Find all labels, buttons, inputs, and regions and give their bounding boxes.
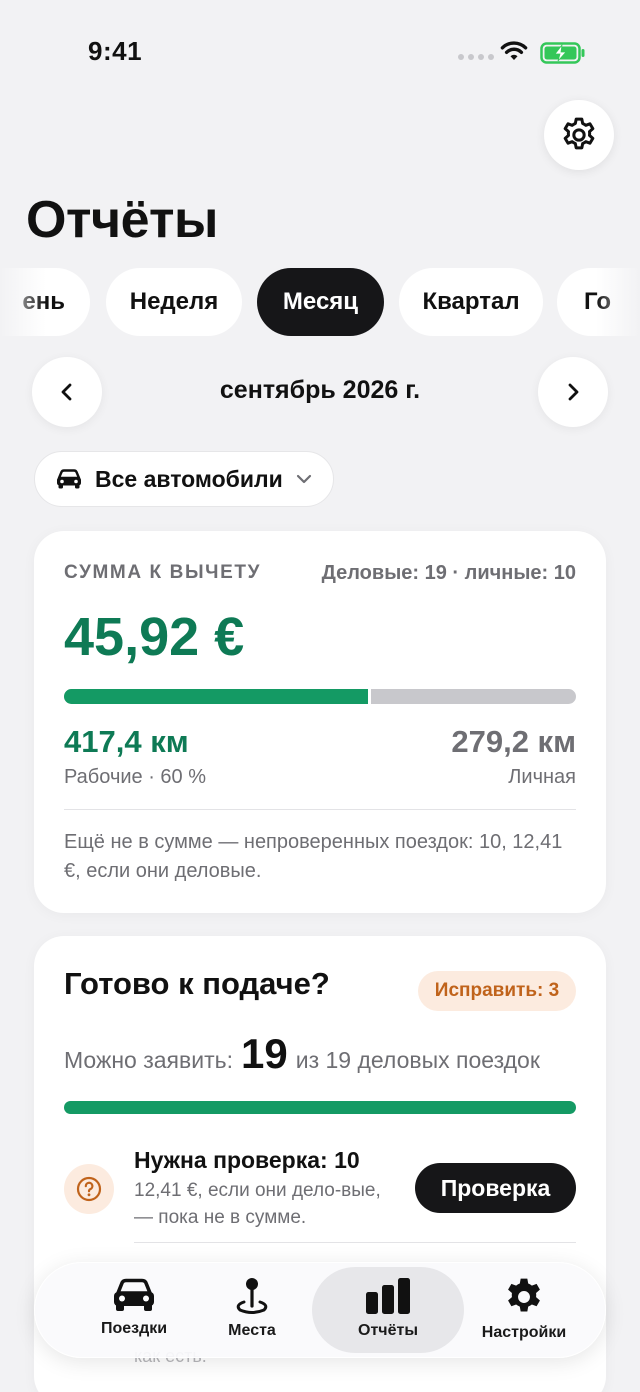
fix-badge-button[interactable]: Исправить: 3 <box>418 971 576 1011</box>
car-icon <box>57 469 81 489</box>
unverified-note: Ещё не в сумме — непроверенных поездок: … <box>64 831 563 882</box>
gear-icon <box>508 1278 540 1312</box>
scroll-fade-right <box>596 268 640 338</box>
bar-chart-icon <box>366 1278 410 1314</box>
next-period-button[interactable] <box>538 357 608 427</box>
scroll-fade-left <box>0 268 46 338</box>
readiness-title: Готово к подаче? <box>64 966 330 1001</box>
period-week[interactable]: Неделя <box>106 268 242 336</box>
vehicle-filter-label: Все автомобили <box>95 465 283 492</box>
wifi-icon <box>500 40 528 67</box>
work-share-bar <box>64 689 576 704</box>
claim-summary: Можно заявить: 19 из 19 деловых поездок <box>64 1030 540 1078</box>
cellular-signal-icon <box>458 54 494 60</box>
review-button[interactable]: Проверка <box>415 1163 576 1213</box>
personal-km: 279,2 км <box>451 724 576 759</box>
page-title: Отчёты <box>26 191 218 249</box>
tab-trips[interactable]: Поездки <box>74 1262 194 1358</box>
chevron-down-icon <box>296 474 311 484</box>
claim-progress-bar <box>64 1101 576 1114</box>
claim-suffix: из 19 деловых поездок <box>295 1047 540 1073</box>
battery-charging-icon <box>540 42 586 69</box>
chevron-left-icon <box>61 383 72 401</box>
tab-bar: Поездки Места Отчёты Настройки <box>34 1262 606 1358</box>
deduction-amount: 45,92 € <box>64 607 245 667</box>
map-pin-icon <box>236 1278 268 1314</box>
personal-label: Личная <box>508 766 576 788</box>
work-km: 417,4 км <box>64 724 189 759</box>
deduction-label: СУММА К ВЫЧЕТУ <box>64 562 261 583</box>
previous-period-button[interactable] <box>32 357 102 427</box>
claim-prefix: Можно заявить: <box>64 1047 233 1073</box>
work-label: Рабочие · 60 % <box>64 766 207 788</box>
status-time: 9:41 <box>88 36 143 66</box>
settings-button[interactable] <box>544 100 614 170</box>
tab-settings[interactable]: Настройки <box>464 1262 584 1358</box>
period-label: сентябрь 2026 г. <box>219 376 421 404</box>
vehicle-filter-dropdown[interactable]: Все автомобили <box>34 451 334 507</box>
gear-icon <box>563 117 595 150</box>
check-title: Нужна проверка: 10 <box>134 1147 360 1173</box>
claim-count: 19 <box>241 1030 288 1077</box>
car-icon <box>114 1278 154 1311</box>
period-selector: ень Неделя Месяц Квартал Го <box>0 268 640 338</box>
tab-places[interactable]: Места <box>192 1262 312 1358</box>
divider <box>64 809 576 810</box>
chevron-right-icon <box>568 383 579 401</box>
divider <box>134 1242 576 1243</box>
work-share-fill <box>64 689 372 704</box>
tab-reports[interactable]: Отчёты <box>312 1267 464 1353</box>
trips-summary: Деловые: 19 · личные: 10 <box>321 562 576 584</box>
period-month[interactable]: Месяц <box>257 268 384 336</box>
period-quarter[interactable]: Квартал <box>399 268 543 336</box>
check-subtitle: 12,41 €, если они дело-вые, — пока не в … <box>134 1180 381 1228</box>
question-icon <box>64 1164 114 1214</box>
